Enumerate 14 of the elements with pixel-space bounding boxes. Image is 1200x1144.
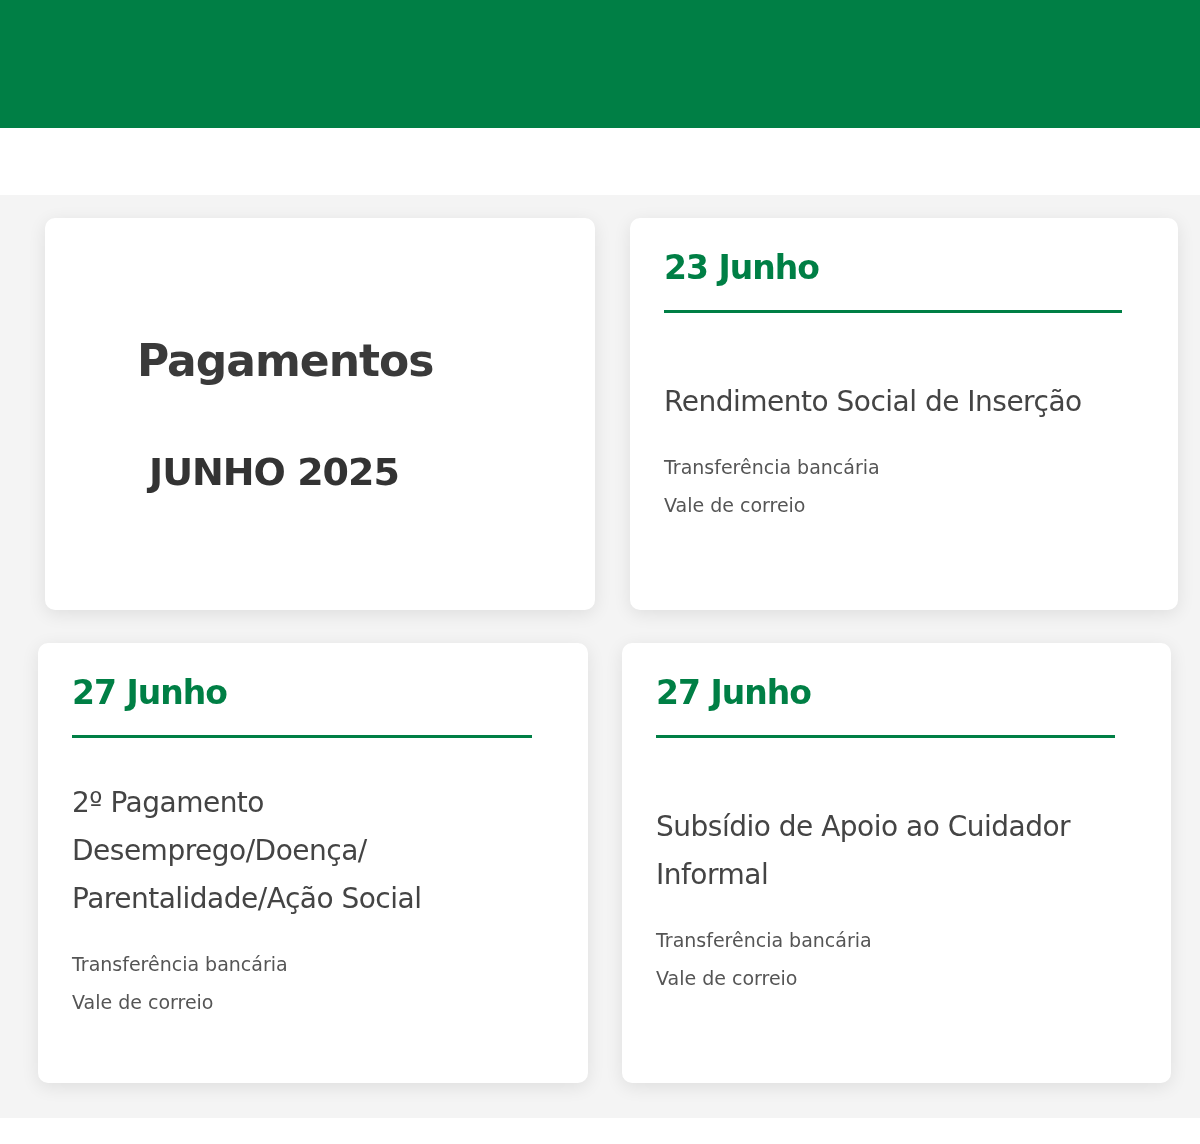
payment-method: Vale de correio bbox=[664, 493, 807, 519]
payment-method: Vale de correio bbox=[656, 966, 799, 992]
payment-method: Transferência bancária bbox=[656, 928, 873, 954]
payment-title: Subsídio de Apoio ao Cuidador Informal bbox=[656, 809, 1072, 894]
payment-method: Vale de correio bbox=[72, 990, 215, 1016]
payment-date: 23 Junho bbox=[664, 248, 820, 288]
payment-date: 27 Junho bbox=[656, 673, 812, 713]
payment-date: 27 Junho bbox=[72, 673, 228, 713]
payment-title: 2º Pagamento Desemprego/Doença/ Parentalidade/Ação Social bbox=[72, 785, 423, 918]
payment-method: Transferência bancária bbox=[664, 455, 881, 481]
intro-title: Pagamentos bbox=[137, 333, 435, 388]
payment-title: Rendimento Social de Inserção bbox=[664, 384, 1083, 421]
intro-subtitle: JUNHO 2025 bbox=[149, 448, 400, 496]
payment-method: Transferência bancária bbox=[72, 952, 289, 978]
